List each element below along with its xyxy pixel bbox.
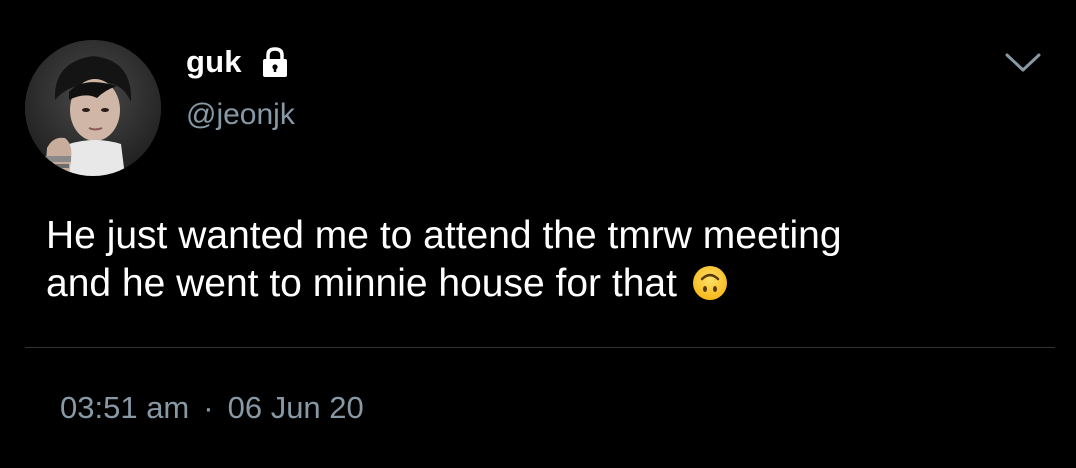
tweet-detail: guk @jeonjk He just wanted me to attend … xyxy=(0,0,1076,468)
tweet-time[interactable]: 03:51 am xyxy=(60,390,189,426)
avatar-image xyxy=(25,40,161,176)
chevron-down-icon[interactable] xyxy=(1004,50,1042,76)
tweet-text: He just wanted me to attend the tmrw mee… xyxy=(46,212,1046,308)
meta-separator: · xyxy=(203,390,214,425)
tweet-text-line-1: He just wanted me to attend the tmrw mee… xyxy=(46,214,842,257)
tweet-date[interactable]: 06 Jun 20 xyxy=(228,390,364,426)
author-name-row[interactable]: guk xyxy=(186,42,292,82)
upside-down-face-emoji xyxy=(692,265,728,301)
lock-icon xyxy=(258,45,292,79)
display-name[interactable]: guk xyxy=(186,44,242,80)
user-handle[interactable]: @jeonjk xyxy=(186,98,295,132)
tweet-timestamp[interactable]: 03:51 am · 06 Jun 20 xyxy=(60,390,364,426)
avatar[interactable] xyxy=(25,40,161,176)
tweet-text-line-2: and he went to minnie house for that xyxy=(46,262,677,305)
divider xyxy=(25,347,1055,348)
